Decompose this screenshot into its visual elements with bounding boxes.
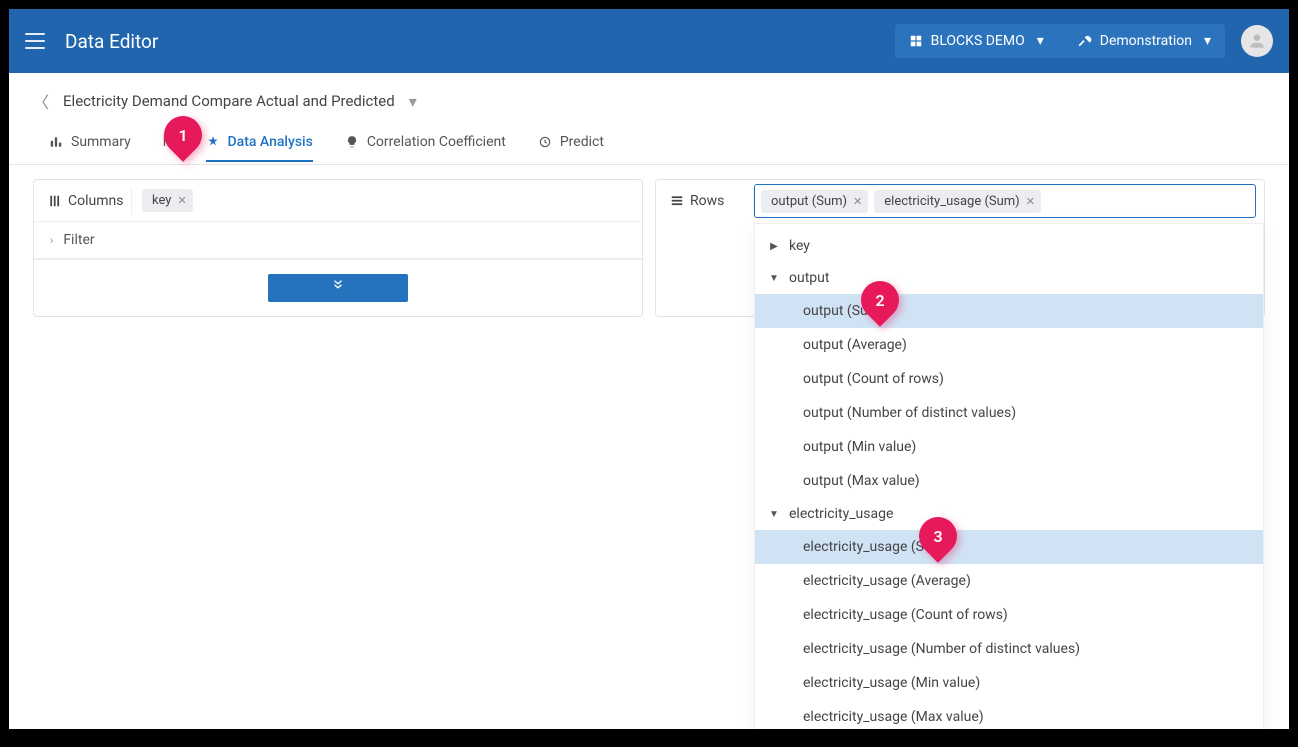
caret-down-icon: ▾ (1204, 33, 1211, 49)
rows-dropdown: ▶ key ▼ output output (Sum) 2 output (Av… (754, 223, 1264, 729)
columns-icon (48, 194, 62, 208)
chip-close-icon[interactable]: ✕ (177, 194, 186, 207)
rows-label: Rows (690, 193, 724, 209)
annotation-marker-2: 2 (861, 281, 899, 333)
triangle-down-icon: ▼ (769, 509, 779, 520)
tab-predict[interactable]: Predict (538, 124, 604, 162)
triangle-right-icon: ▶ (769, 241, 779, 252)
dropdown-item[interactable]: electricity_usage (Count of rows) (755, 598, 1263, 632)
dropdown-item[interactable]: output (Max value) (755, 464, 1263, 498)
dropdown-section-electricity[interactable]: ▼ electricity_usage (755, 498, 1263, 530)
dropdown-item[interactable]: electricity_usage (Max value) (755, 700, 1263, 729)
double-chevron-down-icon (331, 277, 345, 291)
lightbulb-icon (345, 135, 359, 149)
dropdown-item[interactable]: output (Min value) (755, 430, 1263, 464)
user-icon (1247, 31, 1267, 51)
row-chip[interactable]: electricity_usage (Sum) ✕ (874, 190, 1041, 213)
app-header: Data Editor BLOCKS DEMO ▾ Demonstration … (9, 9, 1289, 73)
app-title: Data Editor (65, 30, 158, 53)
dropdown-section-output[interactable]: ▼ output (755, 262, 1263, 294)
rows-icon (670, 194, 684, 208)
dropdown-item[interactable]: electricity_usage (Min value) (755, 666, 1263, 700)
dropdown-section-key[interactable]: ▶ key (755, 230, 1263, 262)
columns-label: Columns (68, 193, 123, 209)
tab-data-analysis[interactable]: Data Analysis (206, 124, 313, 162)
tab-correlation[interactable]: Correlation Coefficient (345, 124, 506, 162)
triangle-down-icon: ▼ (769, 273, 779, 284)
dropdown-item[interactable]: output (Average) (755, 328, 1263, 362)
back-chevron-icon[interactable]: 〈 (33, 89, 49, 113)
annotation-marker-1: 1 (164, 116, 202, 168)
dropdown-item[interactable]: output (Count of rows) (755, 362, 1263, 396)
rows-input[interactable]: output (Sum) ✕ electricity_usage (Sum) ✕ (754, 184, 1256, 218)
analysis-icon (206, 135, 220, 149)
chip-close-icon[interactable]: ✕ (853, 195, 862, 208)
dropdown-item[interactable]: output (Number of distinct values) (755, 396, 1263, 430)
tab-summary[interactable]: Summary (49, 124, 131, 162)
wrench-icon (1078, 34, 1092, 48)
rows-panel: Rows output (Sum) ✕ electricity_usage (S… (655, 179, 1265, 317)
avatar[interactable] (1241, 25, 1273, 57)
dropdown-item[interactable]: electricity_usage (Average) (755, 564, 1263, 598)
row-chip[interactable]: output (Sum) ✕ (761, 190, 868, 213)
filter-row[interactable]: › Filter (34, 222, 642, 259)
columns-input[interactable]: key ✕ (132, 189, 634, 212)
org-crumb[interactable]: BLOCKS DEMO ▾ (895, 24, 1058, 58)
columns-panel: Columns key ✕ › Filter (33, 179, 643, 317)
page-caret-icon[interactable]: ▾ (409, 92, 417, 111)
expand-button[interactable] (268, 274, 408, 302)
chip-close-icon[interactable]: ✕ (1026, 195, 1035, 208)
predict-icon (538, 135, 552, 149)
annotation-marker-3: 3 (919, 517, 957, 569)
project-crumb[interactable]: Demonstration ▾ (1058, 24, 1225, 58)
dropdown-item[interactable]: electricity_usage (Sum) 3 (755, 530, 1263, 564)
caret-down-icon: ▾ (1037, 33, 1044, 49)
summary-icon (49, 135, 63, 149)
chevron-right-icon: › (50, 234, 53, 247)
column-chip[interactable]: key ✕ (142, 189, 193, 212)
org-icon (909, 34, 923, 48)
dropdown-item[interactable]: electricity_usage (Number of distinct va… (755, 632, 1263, 666)
dropdown-item[interactable]: output (Sum) 2 (755, 294, 1263, 328)
page-title: Electricity Demand Compare Actual and Pr… (63, 92, 395, 110)
hamburger-icon[interactable] (25, 33, 45, 49)
